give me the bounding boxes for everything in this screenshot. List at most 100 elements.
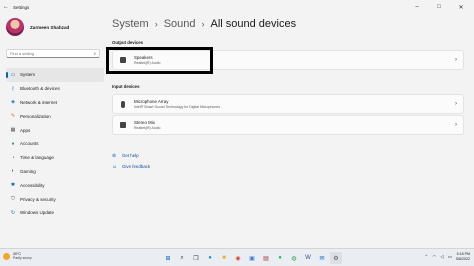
title-bar: ← Settings – □ ✕ xyxy=(0,0,474,14)
clock[interactable]: 5:18 PM 5/8/2022 xyxy=(456,252,470,262)
wifi-icon[interactable]: ◠ xyxy=(432,254,436,260)
wifi-icon: ◈ xyxy=(11,99,15,106)
give-feedback-link[interactable]: ☺ Give feedback xyxy=(112,161,150,172)
give-feedback-label: Give feedback xyxy=(122,164,151,169)
word-icon[interactable]: W xyxy=(302,252,314,264)
chevron-right-icon: › xyxy=(455,57,457,63)
sidebar-item-network[interactable]: ◈ Network & internet xyxy=(6,96,104,110)
task-view-icon[interactable]: ❐ xyxy=(190,252,202,264)
help-icon: ⊚ xyxy=(112,152,117,159)
chrome-icon[interactable]: ◉ xyxy=(232,252,244,264)
close-icon[interactable]: ✕ xyxy=(450,4,472,11)
get-help-link[interactable]: ⊚ Get help xyxy=(112,150,150,161)
settings-icon[interactable]: ⚙ xyxy=(330,252,342,264)
sidebar-item-label: Privacy & security xyxy=(20,196,56,202)
whatsapp-icon[interactable]: ◍ xyxy=(288,252,300,264)
sidebar-item-bluetooth[interactable]: ᛒ Bluetooth & devices xyxy=(6,82,104,96)
sidebar-item-label: Gaming xyxy=(20,168,36,174)
device-driver: Realtek(R) Audio xyxy=(134,126,161,130)
breadcrumb: System › Sound › All sound devices xyxy=(112,18,296,30)
device-driver: Intel® Smart Sound Technology for Digita… xyxy=(134,105,220,109)
sidebar-item-label: Time & language xyxy=(20,155,54,161)
accessibility-icon: ✱ xyxy=(10,182,16,189)
back-arrow-icon[interactable]: ← xyxy=(3,4,11,10)
window-title: Settings xyxy=(13,4,30,10)
laptop-icon: ▭ xyxy=(10,71,16,78)
output-devices-header: Output devices xyxy=(112,40,144,45)
mail-icon[interactable]: ✉ xyxy=(316,252,328,264)
chevron-right-icon: › xyxy=(201,19,205,29)
input-devices-header: Input devices xyxy=(112,84,140,89)
store-icon[interactable]: ▣ xyxy=(246,252,258,264)
get-help-label: Get help xyxy=(122,153,139,158)
search-icon[interactable]: ⌕ xyxy=(176,252,188,264)
user-profile[interactable]: Zarmeen Shahzad xyxy=(6,18,69,36)
chevron-right-icon: › xyxy=(154,19,158,29)
chevron-up-icon[interactable]: ⌃ xyxy=(425,254,429,260)
search-placeholder: Find a setting xyxy=(10,51,35,56)
weather-widget[interactable]: 40°C Partly sunny xyxy=(3,252,32,260)
bluetooth-icon: ᛒ xyxy=(11,85,15,92)
apps-icon: ▦ xyxy=(10,127,16,134)
sidebar-item-label: Accessibility xyxy=(20,182,45,188)
search-icon: ⌕ xyxy=(93,51,96,56)
clock-date: 5/8/2022 xyxy=(456,257,470,261)
input-device-stereo-mix[interactable]: Stereo Mix Realtek(R) Audio › xyxy=(112,115,464,135)
update-icon: ↻ xyxy=(10,209,16,216)
microphone-icon xyxy=(121,100,125,108)
sidebar-item-label: Network & internet xyxy=(20,99,58,105)
spotify-icon[interactable]: ● xyxy=(274,252,286,264)
sidebar-item-privacy[interactable]: ⛉ Privacy & security xyxy=(6,192,104,206)
maximize-icon[interactable]: □ xyxy=(428,4,450,10)
sidebar-item-system[interactable]: ▭ System xyxy=(6,68,104,82)
edge-icon[interactable]: ● xyxy=(204,252,216,264)
sidebar-item-accounts[interactable]: ● Accounts xyxy=(6,137,104,151)
person-icon: ● xyxy=(11,140,15,147)
breadcrumb-sound[interactable]: Sound xyxy=(164,18,196,30)
sidebar-item-label: Bluetooth & devices xyxy=(20,86,60,92)
shield-icon: ⛉ xyxy=(11,196,15,203)
device-name: Stereo Mix xyxy=(134,120,155,125)
volume-icon[interactable]: ◁ xyxy=(440,254,443,260)
window-controls: – □ ✕ xyxy=(406,0,472,14)
help-links: ⊚ Get help ☺ Give feedback xyxy=(112,150,150,172)
sidebar-item-label: Windows Update xyxy=(20,210,55,216)
battery-icon[interactable]: ▭ xyxy=(448,254,452,260)
feedback-icon: ☺ xyxy=(112,163,118,170)
annotation-highlight-box xyxy=(106,47,213,74)
sidebar-item-windows-update[interactable]: ↻ Windows Update xyxy=(6,206,104,220)
sidebar-item-label: System xyxy=(20,72,36,78)
globe-clock-icon: ◔ xyxy=(11,154,15,161)
minimize-icon[interactable]: – xyxy=(406,4,428,10)
taskbar: 40°C Partly sunny ⊞ ⌕ ❐ ● ■ ◉ ▣ ▤ ● ◍ W … xyxy=(0,248,474,266)
file-explorer-icon[interactable]: ■ xyxy=(218,252,230,264)
profile-name: Zarmeen Shahzad xyxy=(30,24,70,30)
brush-icon: ✎ xyxy=(10,113,16,120)
taskbar-apps: ⊞ ⌕ ❐ ● ■ ◉ ▣ ▤ ● ◍ W ✉ ⚙ xyxy=(162,252,344,264)
breadcrumb-system[interactable]: System xyxy=(112,18,149,30)
device-icon xyxy=(120,122,126,128)
sun-icon xyxy=(3,252,10,260)
windows-start-icon[interactable]: ⊞ xyxy=(162,252,174,264)
sidebar-item-label: Personalization xyxy=(20,113,51,119)
sidebar-nav: ▭ System ᛒ Bluetooth & devices ◈ Network… xyxy=(6,68,104,220)
sidebar-item-label: Apps xyxy=(20,127,31,133)
page-title: All sound devices xyxy=(210,18,297,30)
sidebar-item-accessibility[interactable]: ✱ Accessibility xyxy=(6,178,104,192)
sidebar-item-personalization[interactable]: ✎ Personalization xyxy=(6,109,104,123)
chevron-right-icon: › xyxy=(455,122,457,128)
avatar xyxy=(6,18,24,36)
system-tray: ⌃ ◠ ◁ ▭ 5:18 PM 5/8/2022 xyxy=(425,252,470,262)
sidebar: Zarmeen Shahzad Find a setting ⌕ ▭ Syste… xyxy=(0,14,106,244)
search-input[interactable]: Find a setting ⌕ xyxy=(6,49,100,58)
controller-icon: ◐ xyxy=(11,168,15,175)
chevron-right-icon: › xyxy=(455,101,457,107)
photos-icon[interactable]: ▤ xyxy=(260,252,272,264)
sidebar-item-gaming[interactable]: ◐ Gaming xyxy=(6,165,104,179)
sidebar-item-label: Accounts xyxy=(20,141,39,147)
sidebar-item-time-language[interactable]: ◔ Time & language xyxy=(6,151,104,165)
sidebar-item-apps[interactable]: ▦ Apps xyxy=(6,123,104,137)
input-device-microphone-array[interactable]: Microphone Array Intel® Smart Sound Tech… xyxy=(112,94,464,114)
weather-desc: Partly sunny xyxy=(13,256,32,260)
device-name: Microphone Array xyxy=(134,99,169,104)
